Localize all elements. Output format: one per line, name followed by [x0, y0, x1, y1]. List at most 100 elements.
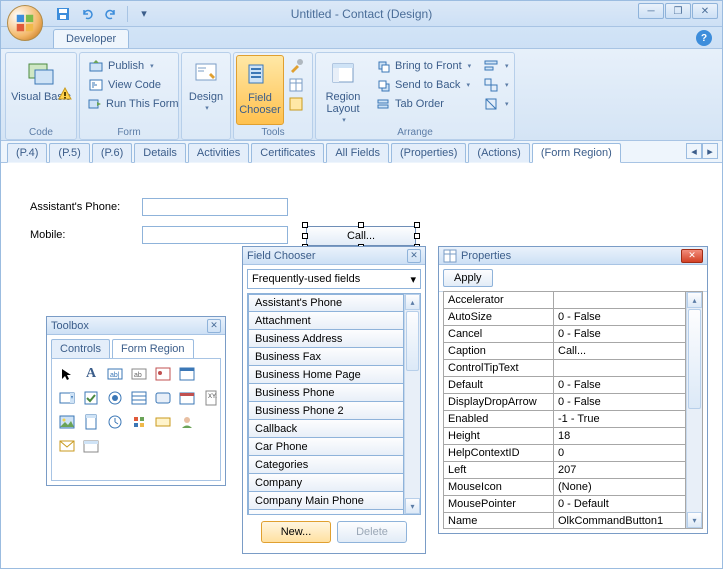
toolbox-title-bar[interactable]: Toolbox ✕ — [47, 317, 225, 335]
property-row[interactable]: DisplayDropArrow0 - False — [444, 394, 686, 411]
property-value[interactable] — [554, 292, 686, 309]
tool-combo-icon[interactable] — [56, 387, 78, 409]
new-field-button[interactable]: New... — [261, 521, 331, 543]
toolbox-tab-controls[interactable]: Controls — [51, 339, 110, 358]
field-chooser-panel[interactable]: Field Chooser ✕ Frequently-used fields ▾… — [242, 246, 426, 554]
property-value[interactable]: 0 - False — [554, 394, 686, 411]
field-category-select[interactable]: Frequently-used fields ▾ — [247, 269, 421, 289]
tool-checkbox-icon[interactable] — [80, 387, 102, 409]
property-row[interactable]: Cancel0 - False — [444, 326, 686, 343]
design-tab-p6[interactable]: (P.6) — [92, 143, 132, 163]
field-chooser-title-bar[interactable]: Field Chooser ✕ — [243, 247, 425, 265]
tab-scroll-left[interactable]: ◂ — [686, 143, 702, 159]
size-button[interactable]: ▾ — [482, 95, 502, 113]
tool-envelope-icon[interactable] — [56, 435, 78, 457]
help-icon[interactable]: ? — [696, 30, 712, 46]
properties-panel[interactable]: Properties ✕ Apply AcceleratorAutoSize0 … — [438, 246, 708, 534]
tool-textbox-icon[interactable]: ab| — [104, 363, 126, 385]
property-row[interactable]: Left207 — [444, 462, 686, 479]
minimize-button[interactable]: ─ — [638, 3, 664, 19]
design-tab-activities[interactable]: Activities — [188, 143, 249, 163]
bring-to-front-button[interactable]: Bring to Front▾ — [371, 57, 477, 75]
tool-listbox-icon[interactable] — [128, 387, 150, 409]
property-value[interactable]: 0 - False — [554, 309, 686, 326]
field-item[interactable]: Company — [248, 474, 404, 492]
field-item[interactable]: Business Phone — [248, 384, 404, 402]
property-value[interactable]: Call... — [554, 343, 686, 360]
property-value[interactable]: -1 - True — [554, 411, 686, 428]
scroll-thumb[interactable] — [688, 309, 701, 409]
assistant-phone-input[interactable] — [142, 198, 288, 216]
property-row[interactable]: Height18 — [444, 428, 686, 445]
view-code-button[interactable]: View Code — [84, 76, 176, 94]
tool-option-icon[interactable] — [104, 387, 126, 409]
property-row[interactable]: Enabled-1 - True — [444, 411, 686, 428]
group-button[interactable]: ▾ — [482, 76, 502, 94]
resize-handle-ne[interactable] — [414, 222, 420, 228]
office-button[interactable] — [7, 5, 43, 41]
form-canvas[interactable]: Assistant's Phone: Mobile: Call... Toolb… — [2, 164, 721, 567]
property-value[interactable]: OlkCommandButton1 — [554, 513, 686, 529]
controls-toolbox-button[interactable] — [287, 57, 307, 75]
design-tab-formregion[interactable]: (Form Region) — [532, 143, 621, 163]
resize-handle-e[interactable] — [414, 233, 420, 239]
tool-page-icon[interactable] — [80, 411, 102, 433]
properties-scrollbar[interactable]: ▴ ▾ — [686, 292, 702, 528]
field-chooser-close-icon[interactable]: ✕ — [407, 249, 421, 263]
field-item[interactable]: Categories — [248, 456, 404, 474]
tab-order-button[interactable]: Tab Order — [371, 95, 477, 113]
field-item[interactable]: Car Phone — [248, 438, 404, 456]
toolbox-tab-formregion[interactable]: Form Region — [112, 339, 194, 358]
scroll-down-icon[interactable]: ▾ — [687, 512, 702, 528]
design-tab-actions[interactable]: (Actions) — [468, 143, 529, 163]
design-tab-details[interactable]: Details — [134, 143, 186, 163]
design-tab-certificates[interactable]: Certificates — [251, 143, 324, 163]
design-tab-p4[interactable]: (P.4) — [7, 143, 47, 163]
property-row[interactable]: Default0 - False — [444, 377, 686, 394]
tool-image-icon[interactable] — [56, 411, 78, 433]
tool-textbox2-icon[interactable]: ab — [128, 363, 150, 385]
field-item[interactable]: Business Address — [248, 330, 404, 348]
run-form-button[interactable]: Run This Form — [84, 95, 176, 113]
maximize-button[interactable]: ❐ — [665, 3, 691, 19]
property-row[interactable]: Accelerator — [444, 292, 686, 309]
tool-date-icon[interactable] — [176, 387, 198, 409]
mobile-input[interactable] — [142, 226, 288, 244]
undo-icon[interactable] — [77, 4, 97, 24]
resize-handle-n[interactable] — [358, 222, 364, 228]
tool-time-icon[interactable] — [104, 411, 126, 433]
scroll-thumb[interactable] — [406, 311, 419, 371]
field-item[interactable]: Business Home Page — [248, 366, 404, 384]
field-item[interactable]: Callback — [248, 420, 404, 438]
property-value[interactable] — [554, 360, 686, 377]
property-value[interactable]: 0 - False — [554, 377, 686, 394]
send-to-back-button[interactable]: Send to Back▾ — [371, 76, 477, 94]
toolbox-close-icon[interactable]: ✕ — [207, 319, 221, 333]
property-row[interactable]: CaptionCall... — [444, 343, 686, 360]
property-row[interactable]: MousePointer0 - Default — [444, 496, 686, 513]
qat-dropdown-icon[interactable]: ▾ — [134, 4, 154, 24]
field-item[interactable]: Attachment — [248, 312, 404, 330]
property-row[interactable]: HelpContextID0 — [444, 445, 686, 462]
property-row[interactable]: ControlTipText — [444, 360, 686, 377]
scroll-up-icon[interactable]: ▴ — [405, 294, 420, 310]
property-value[interactable]: 0 - Default — [554, 496, 686, 513]
tool-pointer-icon[interactable] — [56, 363, 78, 385]
tool-infobar-icon[interactable] — [152, 411, 174, 433]
design-tab-properties[interactable]: (Properties) — [391, 143, 466, 163]
redo-icon[interactable] — [101, 4, 121, 24]
property-value[interactable]: 0 — [554, 445, 686, 462]
ribbon-tab-developer[interactable]: Developer — [53, 29, 129, 48]
visual-basic-button[interactable]: Visual Basic — [8, 55, 74, 125]
call-button-selected[interactable]: Call... — [306, 226, 416, 246]
property-sheet-button[interactable] — [287, 76, 307, 94]
property-value[interactable]: 18 — [554, 428, 686, 445]
field-item[interactable]: Business Phone 2 — [248, 402, 404, 420]
field-item[interactable]: Assistant's Phone — [248, 294, 404, 312]
apply-button[interactable]: Apply — [443, 269, 493, 287]
toolbox-panel[interactable]: Toolbox ✕ Controls Form Region A ab| ab — [46, 316, 226, 486]
resize-handle-nw[interactable] — [302, 222, 308, 228]
tool-frame-icon[interactable] — [176, 363, 198, 385]
design-button[interactable]: Design▾ — [184, 55, 228, 125]
design-tab-p5[interactable]: (P.5) — [49, 143, 89, 163]
